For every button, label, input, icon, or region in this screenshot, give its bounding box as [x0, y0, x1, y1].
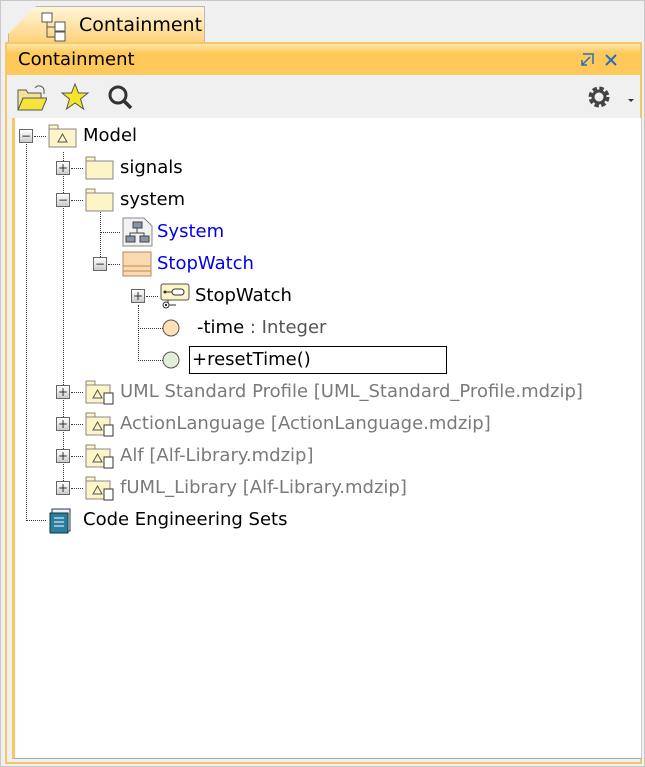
- tree-item-name: Model: [83, 125, 138, 146]
- expand-icon[interactable]: +: [56, 161, 70, 175]
- close-icon[interactable]: [604, 53, 618, 67]
- tree-line: [34, 136, 46, 137]
- tree-item-label: Alf [Alf-Library.mdzip]: [120, 445, 314, 466]
- tree-item-label: system: [120, 189, 185, 210]
- rename-input[interactable]: +resetTime(): [189, 346, 447, 374]
- tree-line: [71, 456, 83, 457]
- tree-item-label: StopWatch: [157, 253, 254, 274]
- tree-line: [71, 424, 83, 425]
- tree-item-label: StopWatch: [195, 285, 292, 306]
- tree-item-label: System: [157, 221, 224, 242]
- expand-icon[interactable]: +: [56, 481, 70, 495]
- model-icon: [48, 123, 77, 148]
- open-folder-icon[interactable]: [15, 80, 47, 116]
- tree-item-name: Alf [Alf-Library.mdzip]: [120, 445, 314, 466]
- tab-containment[interactable]: Containment: [8, 6, 205, 43]
- restore-icon[interactable]: [579, 52, 595, 68]
- rename-input-value: +resetTime(): [192, 349, 311, 370]
- diagram-icon: [122, 217, 153, 247]
- containment-tree-icon: [41, 12, 66, 42]
- chevron-down-icon[interactable]: [627, 80, 635, 116]
- tree-item-label: ActionLanguage [ActionLanguage.mdzip]: [120, 413, 491, 434]
- tree-item-name: UML Standard Profile [UML_Standard_Profi…: [120, 381, 583, 402]
- tree-line: [71, 488, 83, 489]
- panel-title: Containment: [18, 49, 135, 70]
- tree-item-label: signals: [120, 157, 183, 178]
- tree-item-label: Model: [83, 125, 137, 146]
- tree-item-label: Code Engineering Sets: [83, 509, 287, 530]
- tree-item-name: StopWatch: [157, 253, 254, 274]
- gear-icon[interactable]: [585, 80, 613, 116]
- tree-line: [71, 200, 83, 201]
- tree-item-name: System: [157, 221, 225, 242]
- tree-item-name: fUML_Library [Alf-Library.mdzip]: [120, 477, 407, 498]
- package-icon: [85, 187, 114, 212]
- used-project-icon: [85, 379, 114, 405]
- state-machine-icon: [160, 283, 190, 309]
- used-project-icon: [85, 411, 114, 437]
- tree-item-label: UML Standard Profile [UML_Standard_Profi…: [120, 381, 583, 402]
- star-icon[interactable]: [59, 80, 91, 116]
- tree-item-label: fUML_Library [Alf-Library.mdzip]: [120, 477, 407, 498]
- class-icon: [122, 251, 152, 277]
- tab-label: Containment: [79, 14, 203, 36]
- tree-line: [146, 296, 158, 297]
- tree-item-name: StopWatch: [195, 285, 292, 306]
- used-project-icon: [85, 443, 114, 469]
- expand-icon[interactable]: +: [56, 449, 70, 463]
- property-type: : Integer: [244, 317, 327, 338]
- tree-item-name: system: [120, 189, 186, 210]
- tree-line: [71, 392, 83, 393]
- expand-icon[interactable]: +: [56, 417, 70, 431]
- collapse-icon[interactable]: −: [19, 129, 33, 143]
- expand-icon[interactable]: +: [56, 385, 70, 399]
- package-icon: [85, 155, 114, 180]
- tree-item-label: -time : Integer: [197, 317, 326, 338]
- tree-line: [71, 168, 83, 169]
- tree-line: [100, 232, 120, 233]
- code-sets-icon: [48, 507, 74, 534]
- panel-title-bar: Containment: [7, 44, 640, 75]
- property-icon: [160, 317, 186, 341]
- tree-line: [108, 264, 120, 265]
- tree-item-name: -time: [197, 317, 245, 338]
- tree-item-name: ActionLanguage [ActionLanguage.mdzip]: [120, 413, 491, 434]
- search-icon[interactable]: [105, 80, 137, 116]
- operation-icon: [160, 349, 186, 373]
- tree-line: [26, 144, 27, 521]
- tree-item-name: signals: [120, 157, 183, 178]
- used-project-icon: [85, 475, 114, 501]
- expand-icon[interactable]: +: [131, 289, 145, 303]
- collapse-icon[interactable]: −: [93, 257, 107, 271]
- collapse-icon[interactable]: −: [56, 193, 70, 207]
- tree-line: [26, 520, 46, 521]
- tree-item-name: Code Engineering Sets: [83, 509, 288, 530]
